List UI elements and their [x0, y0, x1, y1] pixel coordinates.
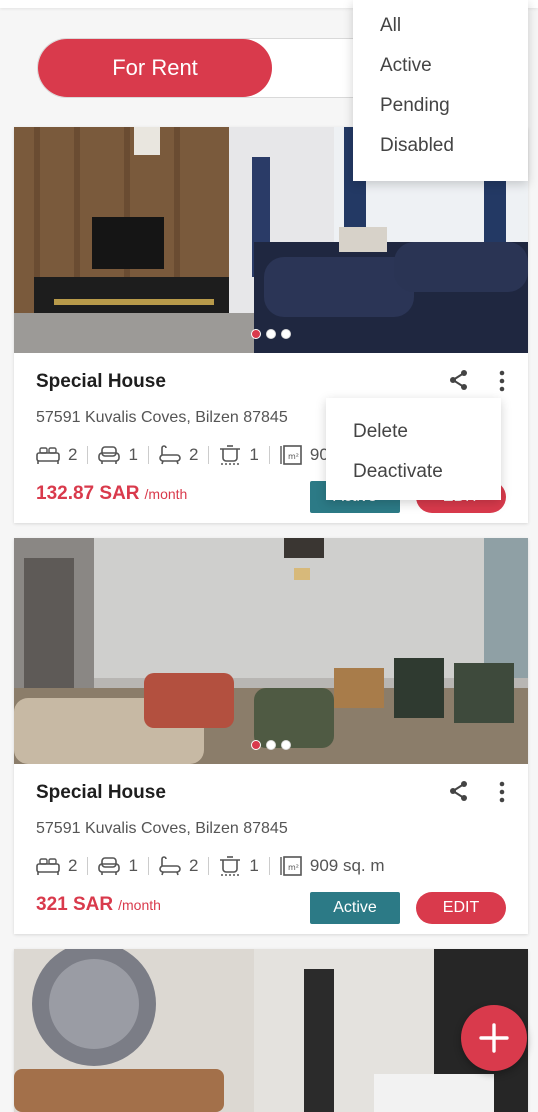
listing-title: Special House: [36, 371, 166, 392]
feature-bedrooms: 2: [36, 856, 77, 876]
menu-item-delete[interactable]: Delete: [326, 412, 501, 452]
status-filter-menu: All Active Pending Disabled: [353, 0, 528, 181]
svg-text:m²: m²: [288, 863, 299, 872]
listing-card[interactable]: Special House 57591 Kuvalis Coves, Bilze…: [14, 538, 528, 934]
divider: [147, 857, 149, 875]
listing-photo[interactable]: [14, 538, 528, 764]
bedrooms-count: 2: [68, 856, 78, 875]
feature-bedrooms: 2: [36, 445, 77, 465]
bedrooms-count: 2: [68, 445, 78, 464]
tab-for-rent[interactable]: For Rent: [38, 39, 272, 97]
menu-item-deactivate[interactable]: Deactivate: [326, 452, 501, 492]
feature-area: m² 90: [280, 445, 329, 465]
feature-bathrooms: 2: [159, 856, 198, 876]
more-vertical-icon[interactable]: [496, 780, 508, 804]
share-icon[interactable]: [448, 369, 470, 391]
divider: [268, 857, 270, 875]
feature-area: m² 909 sq. m: [280, 856, 385, 876]
listing-features: 2 1 2 1 m² 90: [36, 445, 329, 465]
area-icon: m²: [280, 856, 302, 876]
divider: [208, 857, 210, 875]
divider: [87, 446, 89, 464]
feature-living-rooms: 1: [98, 445, 138, 465]
svg-text:m²: m²: [288, 452, 299, 461]
filter-option-all[interactable]: All: [353, 6, 528, 46]
listing-features: 2 1 2 1 m² 909 sq. m: [36, 856, 385, 876]
add-listing-button[interactable]: [461, 1005, 527, 1071]
listing-actions-menu: Delete Deactivate: [326, 398, 501, 500]
more-vertical-icon[interactable]: [496, 369, 508, 393]
divider: [208, 446, 210, 464]
lounge-photo: [14, 538, 528, 764]
bathrooms-count: 2: [188, 856, 199, 875]
listing-photo[interactable]: [14, 949, 528, 1112]
sofa-icon: [98, 446, 121, 464]
price-unit: /month: [144, 486, 188, 502]
kitchen-icon: [220, 856, 241, 876]
bathtub-icon: [159, 445, 181, 465]
feature-bathrooms: 2: [159, 445, 198, 465]
sofa-icon: [98, 857, 121, 875]
filter-option-active[interactable]: Active: [353, 46, 528, 86]
living-rooms-count: 1: [128, 856, 138, 875]
kitchens-count: 1: [249, 856, 259, 875]
divider: [268, 446, 270, 464]
share-icon[interactable]: [448, 780, 470, 802]
feature-kitchens: 1: [219, 445, 259, 465]
plus-icon: [479, 1023, 509, 1053]
bed-icon: [36, 447, 60, 464]
bathrooms-count: 2: [188, 445, 199, 464]
pager-dot[interactable]: [281, 329, 291, 339]
listing-details: Special House 57591 Kuvalis Coves, Bilze…: [14, 764, 528, 934]
listing-card[interactable]: [14, 949, 528, 1112]
listing-address: 57591 Kuvalis Coves, Bilzen 87845: [36, 820, 288, 837]
bathtub-icon: [159, 856, 181, 876]
pager-dot[interactable]: [266, 329, 276, 339]
filter-option-pending[interactable]: Pending: [353, 86, 528, 126]
kitchens-count: 1: [249, 445, 259, 464]
image-pager-dots: [14, 740, 528, 750]
pager-dot-active[interactable]: [251, 329, 261, 339]
price-amount: 321 SAR: [36, 894, 114, 915]
divider: [87, 857, 89, 875]
pager-dot[interactable]: [266, 740, 276, 750]
image-pager-dots: [14, 329, 528, 339]
edit-button[interactable]: EDIT: [416, 892, 506, 924]
interior-photo: [14, 949, 528, 1112]
bed-icon: [36, 858, 60, 875]
listing-address: 57591 Kuvalis Coves, Bilzen 87845: [36, 409, 288, 426]
price-amount: 132.87 SAR: [36, 483, 140, 504]
pager-dot-active[interactable]: [251, 740, 261, 750]
kitchen-icon: [220, 445, 241, 465]
listing-price: 132.87 SAR /month: [36, 483, 187, 505]
listing-title: Special House: [36, 782, 166, 803]
price-unit: /month: [118, 897, 161, 913]
divider: [147, 446, 149, 464]
area-icon: m²: [280, 445, 302, 465]
status-badge[interactable]: Active: [310, 892, 400, 924]
feature-living-rooms: 1: [98, 856, 138, 876]
living-rooms-count: 1: [128, 445, 138, 464]
feature-kitchens: 1: [219, 856, 259, 876]
area-value: 909 sq. m: [309, 856, 385, 875]
listing-price: 321 SAR /month: [36, 894, 161, 916]
pager-dot[interactable]: [281, 740, 291, 750]
filter-option-disabled[interactable]: Disabled: [353, 126, 528, 166]
